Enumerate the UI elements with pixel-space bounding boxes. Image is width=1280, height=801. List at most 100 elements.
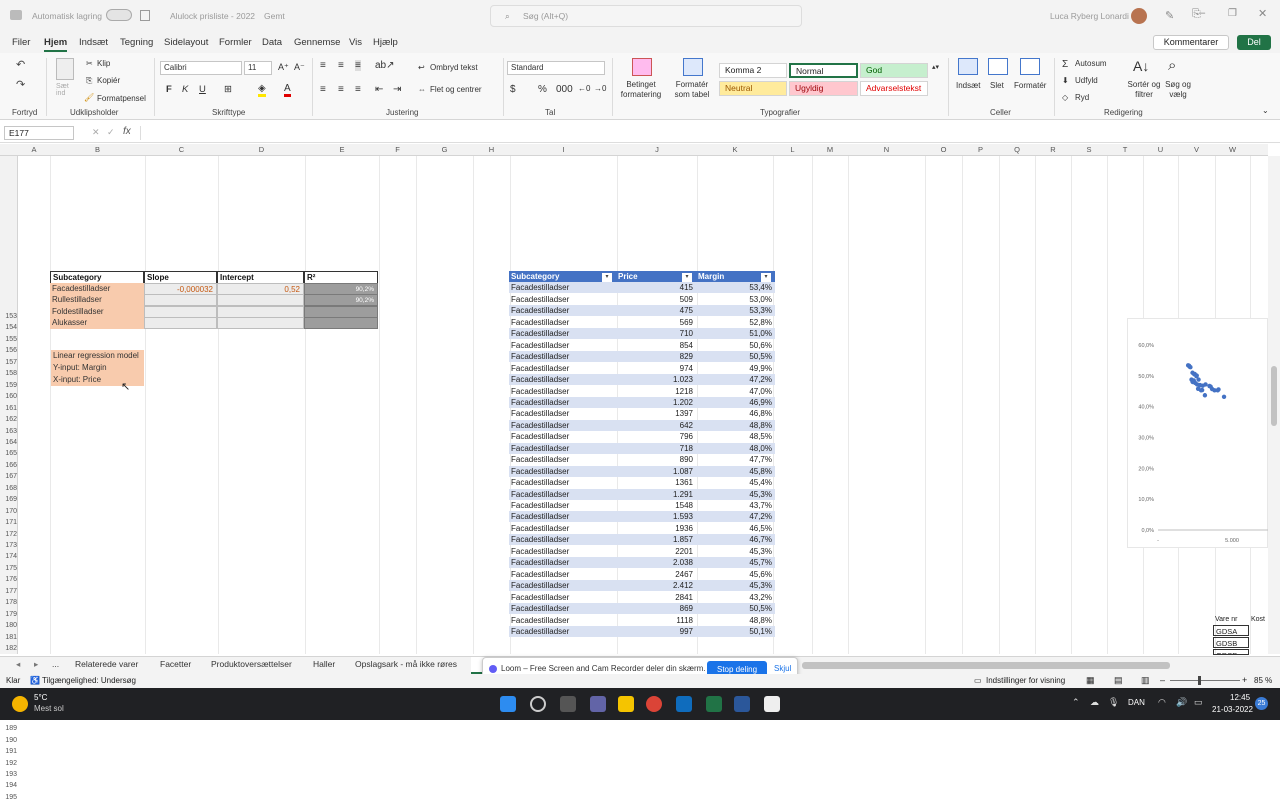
grow-font-icon[interactable]: A⁺ xyxy=(278,62,289,73)
snipping-tool-icon[interactable] xyxy=(764,696,780,712)
data-table-cell[interactable]: Facadestilladser xyxy=(509,625,616,637)
data-table-cell[interactable]: Facadestilladser xyxy=(509,454,616,465)
font-color-icon[interactable]: A xyxy=(284,83,291,97)
row-header[interactable]: 191 xyxy=(0,748,17,755)
row-header[interactable]: 181 xyxy=(0,634,17,641)
row-header[interactable]: 173 xyxy=(0,542,17,549)
row-header[interactable]: 194 xyxy=(0,782,17,789)
column-header[interactable]: E xyxy=(305,145,379,154)
scatter-point[interactable] xyxy=(1194,373,1199,378)
maximize-icon[interactable]: ❐ xyxy=(1228,8,1237,19)
data-table-cell[interactable]: Facadestilladser xyxy=(509,477,616,488)
column-header[interactable]: U xyxy=(1143,145,1178,154)
data-table-cell[interactable]: 47,7% xyxy=(696,454,775,465)
data-table-cell[interactable]: 1397 xyxy=(616,408,696,419)
fill-color-icon[interactable]: ◈ xyxy=(258,83,266,97)
scatter-point[interactable] xyxy=(1209,386,1215,392)
minimize-icon[interactable]: – xyxy=(1199,7,1205,19)
enter-icon[interactable]: ✓ xyxy=(107,127,115,138)
prev-sheet-icon[interactable]: ◂ xyxy=(16,659,20,670)
data-table-cell[interactable]: Facadestilladser xyxy=(509,557,616,569)
data-table-cell[interactable]: Facadestilladser xyxy=(509,282,616,294)
sheet-tab[interactable]: Relaterede varer xyxy=(75,659,138,669)
regression-header[interactable]: Slope xyxy=(144,270,217,284)
data-table-cell[interactable]: Facadestilladser xyxy=(509,328,616,340)
sheet-tab[interactable]: Produktoversættelser xyxy=(211,659,292,669)
row-header[interactable]: 154 xyxy=(0,324,17,331)
scatter-point[interactable] xyxy=(1188,365,1193,370)
comma-icon[interactable]: 000 xyxy=(556,84,573,95)
data-table-cell[interactable]: Facadestilladser xyxy=(509,317,616,328)
column-header[interactable]: Q xyxy=(999,145,1035,154)
data-table-cell[interactable]: 2201 xyxy=(616,546,696,557)
format-cells-button[interactable]: Formatér xyxy=(1014,81,1046,90)
conditional-format-icon[interactable] xyxy=(632,58,652,76)
data-table-cell[interactable]: 1218 xyxy=(616,386,696,397)
column-header[interactable]: V xyxy=(1178,145,1215,154)
bold-icon[interactable]: F xyxy=(166,84,172,95)
sort-filter-button[interactable]: Sortér og filtrer xyxy=(1124,80,1164,100)
data-table-cell[interactable]: Facadestilladser xyxy=(509,305,616,317)
data-table-cell[interactable]: 974 xyxy=(616,363,696,374)
data-table-cell[interactable]: 45,3% xyxy=(696,580,775,592)
row-header[interactable]: 180 xyxy=(0,622,17,629)
format-painter-button[interactable]: Formatpensel xyxy=(97,94,146,103)
data-table-cell[interactable]: 854 xyxy=(616,340,696,351)
data-table-cell[interactable]: 50,6% xyxy=(696,340,775,351)
data-table-cell[interactable]: Facadestilladser xyxy=(509,615,616,626)
regression-cell[interactable] xyxy=(144,317,217,330)
excel-icon[interactable] xyxy=(706,696,722,712)
data-table-cell[interactable]: 642 xyxy=(616,419,696,431)
cancel-icon[interactable]: ✕ xyxy=(92,127,100,138)
name-box[interactable]: E177 xyxy=(4,126,74,140)
align-center-icon[interactable]: ≡ xyxy=(338,84,344,95)
row-header[interactable]: 166 xyxy=(0,462,17,469)
task-view-icon[interactable] xyxy=(560,696,576,712)
language-indicator[interactable]: DAN xyxy=(1128,698,1145,707)
data-table-cell[interactable]: 53,3% xyxy=(696,305,775,317)
column-header[interactable]: B xyxy=(50,145,145,154)
taskbar-search-icon[interactable] xyxy=(530,696,546,712)
row-header[interactable]: 195 xyxy=(0,794,17,801)
data-table-cell[interactable]: 1.291 xyxy=(616,488,696,500)
row-header[interactable]: 163 xyxy=(0,428,17,435)
regression-cell[interactable] xyxy=(304,305,378,318)
menu-sidelayout[interactable]: Sidelayout xyxy=(164,37,208,48)
format-cells-icon[interactable] xyxy=(1020,58,1040,75)
user-name[interactable]: Luca Ryberg Lonardi xyxy=(1050,11,1129,21)
menu-tegning[interactable]: Tegning xyxy=(120,37,153,48)
row-header[interactable]: 155 xyxy=(0,336,17,343)
data-table-cell[interactable]: 46,5% xyxy=(696,523,775,534)
cut-icon[interactable]: ✂ xyxy=(86,59,93,68)
data-table-cell[interactable]: 45,7% xyxy=(696,557,775,569)
insert-cells-button[interactable]: Indsæt xyxy=(956,81,980,90)
italic-icon[interactable]: K xyxy=(182,84,188,95)
regression-header[interactable]: Subcategory xyxy=(50,270,144,284)
document-title[interactable]: Alulock prisliste - 2022 xyxy=(170,11,255,21)
data-table-cell[interactable]: 890 xyxy=(616,454,696,465)
font-size-select[interactable]: 11 xyxy=(244,61,272,75)
menu-hjaelp[interactable]: Hjælp xyxy=(373,37,398,48)
regression-cell[interactable]: 0,52 xyxy=(217,282,304,295)
autosum-button[interactable]: Autosum xyxy=(1075,59,1107,68)
data-table-cell[interactable]: 829 xyxy=(616,351,696,363)
scatter-point[interactable] xyxy=(1198,388,1204,393)
data-table-cell[interactable]: 50,5% xyxy=(696,351,775,363)
row-header[interactable]: 170 xyxy=(0,508,17,515)
filter-dropdown-icon[interactable]: ▾ xyxy=(761,272,771,282)
row-header[interactable]: 174 xyxy=(0,553,17,560)
data-table-cell[interactable]: Facadestilladser xyxy=(509,580,616,592)
format-painter-icon[interactable]: 🖌 xyxy=(84,93,94,102)
row-header[interactable]: 169 xyxy=(0,496,17,503)
column-header[interactable]: M xyxy=(812,145,848,154)
data-table-cell[interactable]: Facadestilladser xyxy=(509,363,616,374)
data-table-cell[interactable]: 52,8% xyxy=(696,317,775,328)
data-table-cell[interactable]: Facadestilladser xyxy=(509,340,616,351)
wifi-icon[interactable]: ◠ xyxy=(1158,697,1166,708)
column-header[interactable]: D xyxy=(218,145,305,154)
data-table-cell[interactable]: 47,2% xyxy=(696,374,775,386)
data-table-cell[interactable]: Facadestilladser xyxy=(509,431,616,442)
fill-button[interactable]: Udfyld xyxy=(1075,76,1098,85)
notification-badge[interactable]: 25 xyxy=(1255,697,1268,710)
scatter-point[interactable] xyxy=(1192,380,1198,386)
